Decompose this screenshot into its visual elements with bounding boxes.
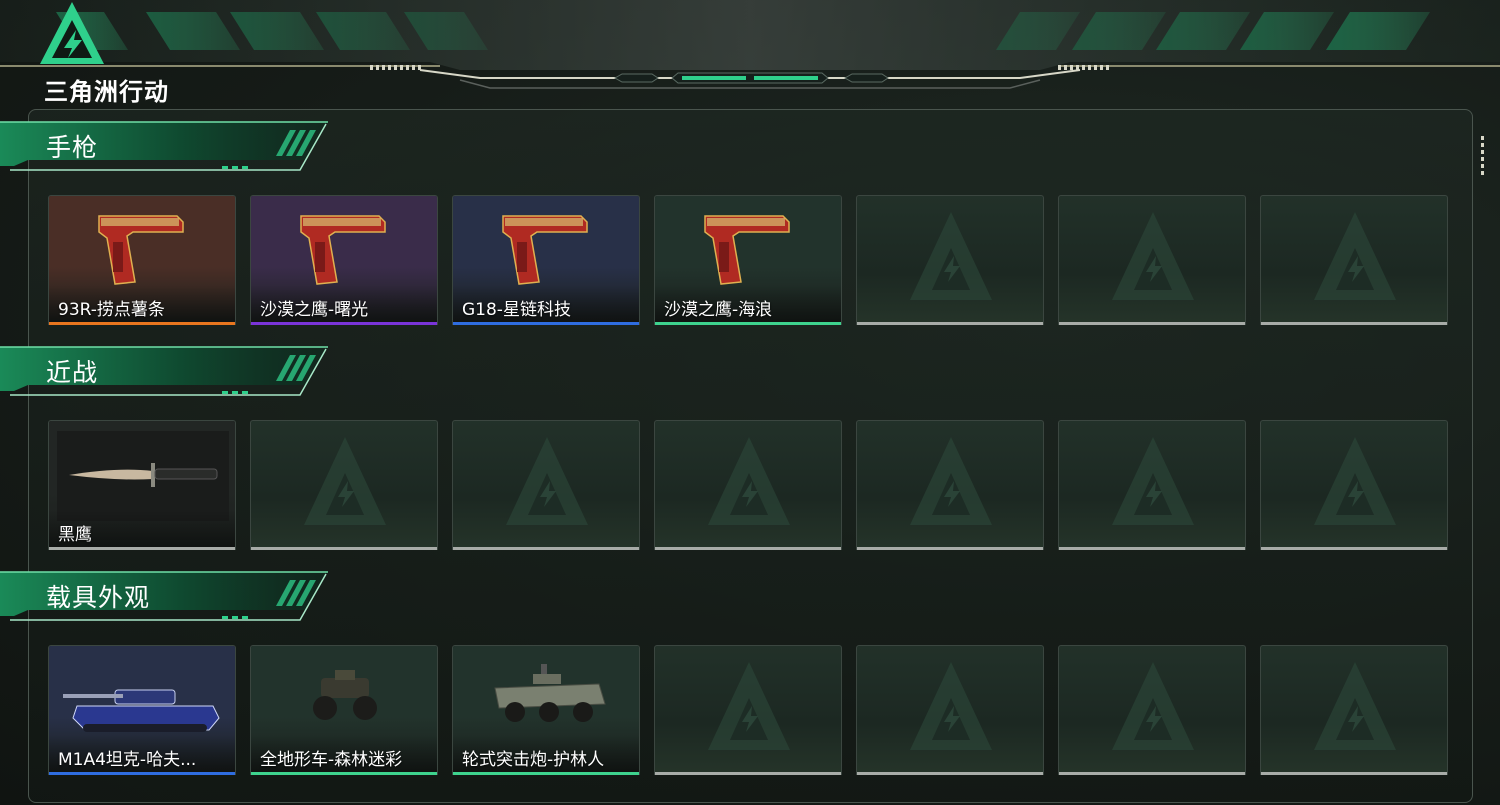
item-grid: M1A4坦克-哈夫... 全地形车-森林迷彩 轮式突击炮-护林人 <box>48 645 1448 775</box>
rarity-bar <box>49 772 235 775</box>
pistol-icon <box>98 215 184 285</box>
rarity-bar <box>857 547 1043 550</box>
rarity-bar <box>857 322 1043 325</box>
item-name: 全地形车-森林迷彩 <box>260 750 403 770</box>
item-card[interactable]: 沙漠之鹰-海浪 <box>654 195 842 325</box>
rarity-bar <box>1261 322 1447 325</box>
top-header: 三角洲行动 <box>0 0 1500 106</box>
tank-icon <box>63 689 220 732</box>
rarity-bar <box>453 322 639 325</box>
knife-icon <box>57 431 229 521</box>
rarity-bar <box>1261 772 1447 775</box>
empty-item-slot[interactable] <box>1058 195 1246 325</box>
item-card[interactable]: 黑鹰 <box>48 420 236 550</box>
empty-item-slot[interactable] <box>654 645 842 775</box>
pistol-icon <box>502 215 588 285</box>
item-card[interactable]: 全地形车-森林迷彩 <box>250 645 438 775</box>
item-name: 轮式突击炮-护林人 <box>462 750 605 770</box>
section-title: 近战 <box>46 358 99 387</box>
item-name: 黑鹰 <box>58 525 92 545</box>
item-card[interactable]: 轮式突击炮-护林人 <box>452 645 640 775</box>
empty-item-slot[interactable] <box>856 195 1044 325</box>
scrollbar[interactable] <box>1481 136 1485 178</box>
empty-item-slot[interactable] <box>1260 645 1448 775</box>
section-header: 手枪 <box>0 120 335 176</box>
item-card[interactable]: 沙漠之鹰-曙光 <box>250 195 438 325</box>
empty-item-slot[interactable] <box>1058 645 1246 775</box>
item-name: M1A4坦克-哈夫... <box>58 750 197 770</box>
empty-slot-logo-icon <box>910 212 992 300</box>
rarity-bar <box>857 772 1043 775</box>
section-title: 手枪 <box>46 133 99 162</box>
rarity-bar <box>1059 547 1245 550</box>
empty-slot-logo-icon <box>1112 662 1194 750</box>
pistol-icon <box>704 215 790 285</box>
empty-slot-logo-icon <box>910 662 992 750</box>
rarity-bar <box>1059 772 1245 775</box>
empty-slot-logo-icon <box>1112 212 1194 300</box>
empty-item-slot[interactable] <box>1260 195 1448 325</box>
rarity-bar <box>453 547 639 550</box>
empty-item-slot[interactable] <box>250 420 438 550</box>
item-name: 93R-捞点薯条 <box>58 300 165 320</box>
empty-slot-logo-icon <box>1112 437 1194 525</box>
empty-slot-logo-icon <box>1314 437 1396 525</box>
rarity-bar <box>251 322 437 325</box>
item-card[interactable]: M1A4坦克-哈夫... <box>48 645 236 775</box>
item-name: 沙漠之鹰-曙光 <box>260 300 369 320</box>
section-header: 载具外观 <box>0 570 335 626</box>
atv-icon <box>313 670 377 720</box>
item-grid: 93R-捞点薯条 沙漠之鹰-曙光 G18-星链科技 沙漠之鹰-海浪 <box>48 195 1448 325</box>
empty-item-slot[interactable] <box>856 420 1044 550</box>
logo-text: 三角洲行动 <box>44 78 169 106</box>
pistol-icon <box>300 215 386 285</box>
rarity-bar <box>1261 547 1447 550</box>
rarity-bar <box>655 547 841 550</box>
empty-item-slot[interactable] <box>452 420 640 550</box>
empty-slot-logo-icon <box>304 437 386 525</box>
rarity-bar <box>49 547 235 550</box>
item-grid: 黑鹰 <box>48 420 1448 550</box>
item-card[interactable]: G18-星链科技 <box>452 195 640 325</box>
empty-item-slot[interactable] <box>1058 420 1246 550</box>
item-card[interactable]: 93R-捞点薯条 <box>48 195 236 325</box>
rarity-bar <box>49 322 235 325</box>
rarity-bar <box>655 322 841 325</box>
rarity-bar <box>251 547 437 550</box>
empty-slot-logo-icon <box>506 437 588 525</box>
section-header: 近战 <box>0 345 335 401</box>
empty-slot-logo-icon <box>1314 212 1396 300</box>
section-title: 载具外观 <box>46 583 151 612</box>
header-decoration <box>0 0 1500 89</box>
item-name: 沙漠之鹰-海浪 <box>664 300 773 320</box>
rarity-bar <box>453 772 639 775</box>
item-name: G18-星链科技 <box>462 300 571 320</box>
empty-slot-logo-icon <box>708 437 790 525</box>
empty-slot-logo-icon <box>910 437 992 525</box>
armored-vehicle-icon <box>494 664 606 722</box>
rarity-bar <box>655 772 841 775</box>
rarity-bar <box>251 772 437 775</box>
empty-slot-logo-icon <box>1314 662 1396 750</box>
rarity-bar <box>1059 322 1245 325</box>
empty-item-slot[interactable] <box>856 645 1044 775</box>
empty-slot-logo-icon <box>708 662 790 750</box>
empty-item-slot[interactable] <box>1260 420 1448 550</box>
empty-item-slot[interactable] <box>654 420 842 550</box>
